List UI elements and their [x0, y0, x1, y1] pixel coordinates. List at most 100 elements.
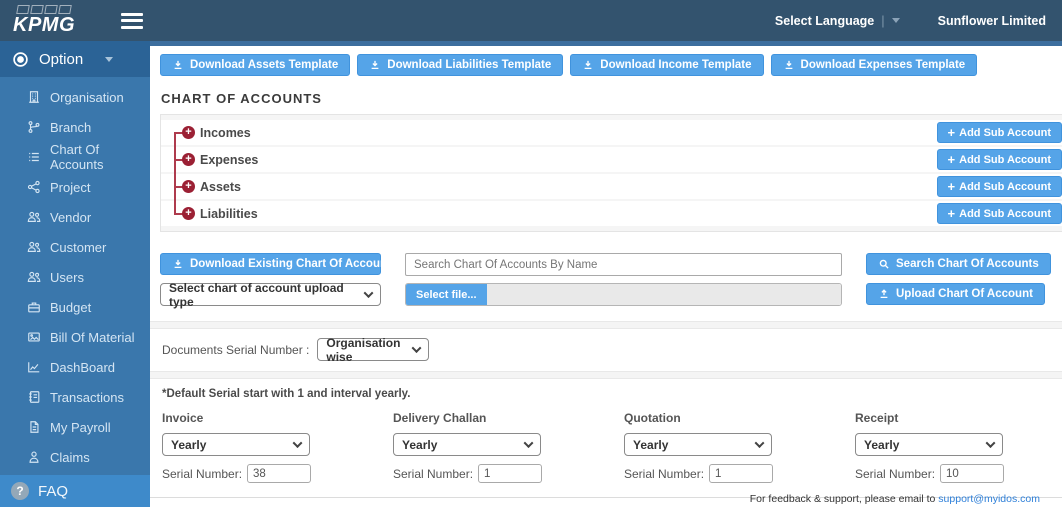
tree-row-label[interactable]: Assets: [200, 180, 241, 194]
select-value: Yearly: [171, 438, 206, 452]
group-label: Receipt: [855, 411, 1062, 425]
select-file-button[interactable]: Select file...: [406, 284, 487, 305]
network-icon: [27, 180, 41, 194]
accounts-tree-panel: + Incomes + Add Sub Account + Expenses +…: [160, 114, 1062, 232]
chart-icon: [27, 360, 41, 374]
plus-icon: +: [948, 181, 956, 192]
button-label: Download Existing Chart Of Accounts: [190, 258, 397, 270]
sidebar-item-label: Vendor: [50, 210, 91, 225]
tree-row-label[interactable]: Expenses: [200, 153, 258, 167]
tree-row-incomes: + Incomes + Add Sub Account: [161, 120, 1062, 145]
serial-number-input[interactable]: [940, 464, 1004, 483]
download-income-template-button[interactable]: Download Income Template: [570, 54, 763, 76]
documents-serial-label: Documents Serial Number :: [162, 343, 309, 357]
sidebar-item-label: My Payroll: [50, 420, 111, 435]
interval-select[interactable]: Yearly: [855, 433, 1003, 456]
download-expenses-template-button[interactable]: Download Expenses Template: [771, 54, 978, 76]
document-icon: [27, 420, 41, 434]
file-upload-control[interactable]: Select file...: [405, 283, 842, 306]
sidebar-item-branch[interactable]: Branch: [0, 112, 150, 142]
hamburger-menu-icon[interactable]: [121, 9, 143, 32]
chevron-down-icon: [412, 343, 422, 353]
chevron-down-icon: [293, 438, 303, 448]
search-coa-button[interactable]: Search Chart Of Accounts: [866, 253, 1051, 275]
card-icon: [27, 330, 41, 344]
expand-node-icon[interactable]: +: [182, 207, 195, 220]
tree-row-label[interactable]: Incomes: [200, 126, 251, 140]
group-label: Delivery Challan: [393, 411, 624, 425]
add-sub-account-button[interactable]: + Add Sub Account: [937, 122, 1062, 143]
upload-type-select[interactable]: Select chart of account upload type: [160, 283, 381, 306]
serial-number-input[interactable]: [247, 464, 311, 483]
sidebar-item-budget[interactable]: Budget: [0, 292, 150, 322]
bullseye-icon: [12, 51, 29, 68]
sidebar-option-menu[interactable]: Option: [0, 41, 150, 77]
sidebar-item-organisation[interactable]: Organisation: [0, 82, 150, 112]
serial-number-label: Serial Number:: [393, 467, 473, 481]
download-icon: [582, 59, 594, 71]
sidebar-item-project[interactable]: Project: [0, 172, 150, 202]
chevron-down-icon[interactable]: [892, 18, 900, 23]
search-coa-input[interactable]: [405, 253, 842, 276]
serial-number-label: Serial Number:: [624, 467, 704, 481]
download-icon: [369, 59, 381, 71]
serial-number-input[interactable]: [709, 464, 773, 483]
expand-node-icon[interactable]: +: [182, 153, 195, 166]
select-value: Yearly: [633, 438, 668, 452]
chevron-down-icon: [364, 288, 374, 298]
person-icon: [27, 450, 41, 464]
group-label: Invoice: [162, 411, 393, 425]
add-sub-account-button[interactable]: + Add Sub Account: [937, 149, 1062, 170]
upload-coa-button[interactable]: Upload Chart Of Account: [866, 283, 1045, 305]
sidebar-item-claims[interactable]: Claims: [0, 442, 150, 472]
interval-select[interactable]: Yearly: [624, 433, 772, 456]
download-template-toolbar: Download Assets Template Download Liabil…: [160, 54, 1062, 76]
sidebar-item-label: DashBoard: [50, 360, 115, 375]
sidebar-item-transactions[interactable]: Transactions: [0, 382, 150, 412]
documents-serial-select[interactable]: Organisation wise: [317, 338, 429, 361]
page-title: CHART OF ACCOUNTS: [161, 91, 1062, 106]
download-assets-template-button[interactable]: Download Assets Template: [160, 54, 350, 76]
serial-group-receipt: Receipt Yearly Serial Number:: [855, 411, 1062, 483]
button-label: Add Sub Account: [959, 208, 1051, 220]
sidebar-item-chart-of-accounts[interactable]: Chart Of Accounts: [0, 142, 150, 172]
company-name[interactable]: Sunflower Limited: [938, 14, 1046, 28]
interval-select[interactable]: Yearly: [393, 433, 541, 456]
expand-node-icon[interactable]: +: [182, 180, 195, 193]
serial-number-label: Serial Number:: [855, 467, 935, 481]
expand-node-icon[interactable]: +: [182, 126, 195, 139]
download-existing-coa-button[interactable]: Download Existing Chart Of Accounts: [160, 253, 381, 275]
sidebar-item-label: Customer: [50, 240, 106, 255]
select-language-button[interactable]: Select Language: [775, 14, 874, 28]
header-accent-strip: [150, 41, 1062, 46]
select-value: Yearly: [864, 438, 899, 452]
plus-icon: +: [948, 154, 956, 165]
chevron-down-icon: [755, 438, 765, 448]
button-label: Download Liabilities Template: [387, 59, 551, 71]
download-liabilities-template-button[interactable]: Download Liabilities Template: [357, 54, 563, 76]
add-sub-account-button[interactable]: + Add Sub Account: [937, 176, 1062, 197]
interval-select[interactable]: Yearly: [162, 433, 310, 456]
sidebar-item-dashboard[interactable]: DashBoard: [0, 352, 150, 382]
sidebar-item-faq[interactable]: ? FAQ: [0, 475, 150, 507]
sidebar-item-vendor[interactable]: Vendor: [0, 202, 150, 232]
header-divider: |: [881, 13, 884, 28]
question-icon: ?: [11, 482, 29, 500]
briefcase-icon: [27, 300, 41, 314]
support-email-link[interactable]: support@myidos.com: [938, 493, 1040, 505]
section-divider: [150, 321, 1062, 329]
people-icon: [27, 270, 41, 284]
serial-group-invoice: Invoice Yearly Serial Number:: [162, 411, 393, 483]
tree-row-label[interactable]: Liabilities: [200, 207, 258, 221]
support-text: For feedback & support, please email to: [750, 493, 939, 505]
kpmg-logo: KPMG: [13, 5, 75, 36]
sidebar-item-my-payroll[interactable]: My Payroll: [0, 412, 150, 442]
add-sub-account-button[interactable]: + Add Sub Account: [937, 203, 1062, 224]
sidebar-item-customer[interactable]: Customer: [0, 232, 150, 262]
sidebar-item-label: Chart Of Accounts: [50, 142, 150, 172]
sidebar-item-bill-of-material[interactable]: Bill Of Material: [0, 322, 150, 352]
serial-number-input[interactable]: [478, 464, 542, 483]
sidebar-item-users[interactable]: Users: [0, 262, 150, 292]
kpmg-logo-text: KPMG: [13, 14, 75, 36]
app-window: KPMG Select Language | Sunflower Limited…: [0, 0, 1062, 507]
